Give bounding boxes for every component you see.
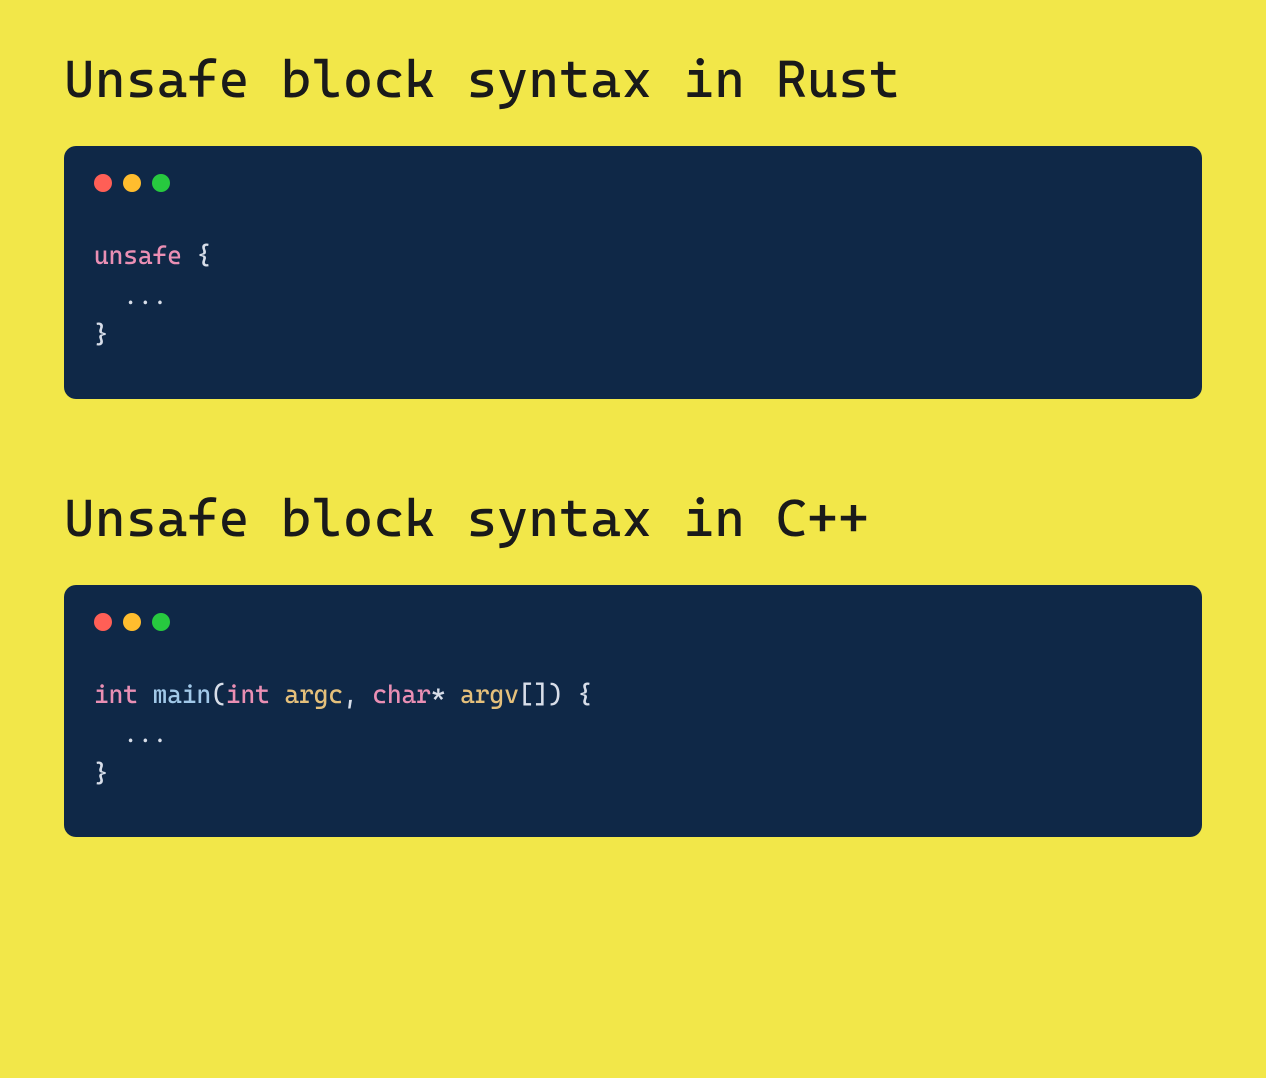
- code-token: char: [372, 680, 431, 709]
- code-window: int main(int argc, char* argv[]) { ... }: [64, 585, 1202, 838]
- code-token: unsafe: [94, 241, 182, 270]
- code-block: unsafe { ... }: [94, 236, 1172, 355]
- code-token: ...: [94, 719, 167, 748]
- code-token: *: [431, 680, 460, 709]
- section-title: Unsafe block syntax in C++: [64, 489, 1202, 549]
- code-token: []) {: [519, 680, 592, 709]
- code-token: [270, 680, 285, 709]
- code-block: int main(int argc, char* argv[]) { ... }: [94, 675, 1172, 794]
- minimize-icon: [123, 613, 141, 631]
- code-token: (: [211, 680, 226, 709]
- maximize-icon: [152, 613, 170, 631]
- code-token: ,: [343, 680, 372, 709]
- section-title: Unsafe block syntax in Rust: [64, 50, 1202, 110]
- code-token: int: [94, 680, 138, 709]
- code-token: int: [226, 680, 270, 709]
- traffic-lights: [94, 613, 1172, 631]
- close-icon: [94, 613, 112, 631]
- section-0: Unsafe block syntax in Rust unsafe { ... …: [64, 50, 1202, 399]
- maximize-icon: [152, 174, 170, 192]
- code-token: argv: [460, 680, 519, 709]
- code-token: }: [94, 759, 109, 788]
- traffic-lights: [94, 174, 1172, 192]
- close-icon: [94, 174, 112, 192]
- code-token: argc: [284, 680, 343, 709]
- code-token: [138, 680, 153, 709]
- section-1: Unsafe block syntax in C++int main(int a…: [64, 489, 1202, 838]
- minimize-icon: [123, 174, 141, 192]
- code-token: {: [182, 241, 211, 270]
- code-token: ...: [94, 281, 167, 310]
- code-token: main: [153, 680, 212, 709]
- code-window: unsafe { ... }: [64, 146, 1202, 399]
- code-token: }: [94, 320, 109, 349]
